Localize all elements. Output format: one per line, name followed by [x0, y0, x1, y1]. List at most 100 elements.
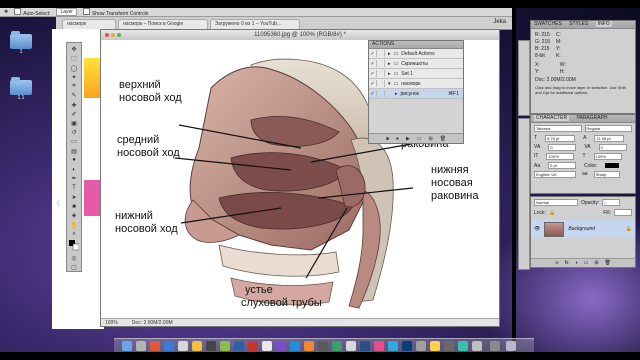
disclosure-arrow-icon[interactable]: ▾ — [388, 81, 391, 87]
type-tool-icon[interactable]: T — [69, 185, 79, 192]
checkmark-icon[interactable]: ✓ — [369, 60, 377, 67]
app-icon[interactable] — [234, 341, 244, 351]
action-row[interactable]: ✓ ▸ ▭ Set 1 — [369, 69, 463, 79]
dialog-toggle-icon[interactable] — [377, 70, 385, 77]
stamp-tool-icon[interactable]: ▣ — [69, 120, 79, 127]
app-icon[interactable] — [276, 341, 286, 351]
checkmark-icon[interactable]: ✓ — [369, 50, 377, 57]
app-icon[interactable] — [388, 341, 398, 351]
previous-arrow-icon[interactable]: ‹ — [56, 194, 61, 210]
zoom-level[interactable]: 100% — [105, 320, 118, 326]
auto-select-dropdown[interactable]: Layer — [56, 8, 77, 16]
app-icon[interactable] — [332, 341, 342, 351]
new-layer-icon[interactable]: ⊞ — [594, 260, 598, 266]
app-icon[interactable] — [374, 341, 384, 351]
app-icon[interactable] — [472, 341, 482, 351]
layer-row-selected[interactable]: 👁 Background 🔒 — [531, 220, 635, 238]
dialog-toggle-icon[interactable] — [377, 60, 385, 67]
tab-swatches[interactable]: SWATCHES — [534, 21, 562, 27]
link-icon[interactable]: ∞ — [555, 260, 559, 266]
tab-styles[interactable]: STYLES — [569, 21, 588, 27]
magic-wand-tool-icon[interactable]: ✦ — [69, 74, 79, 81]
actions-panel-tab[interactable]: ACTIONS — [369, 41, 463, 49]
dialog-toggle-icon[interactable] — [377, 80, 385, 87]
downloads-stack-icon[interactable] — [490, 341, 500, 351]
hscale-field[interactable]: 100% — [593, 153, 622, 160]
vscale-field[interactable]: 100% — [546, 153, 575, 160]
move-tool-icon[interactable]: ✥ — [4, 9, 8, 15]
play-icon[interactable]: ▶ — [406, 136, 410, 142]
new-action-icon[interactable]: ⊞ — [429, 136, 433, 142]
app-icon[interactable] — [136, 341, 146, 351]
pen-tool-icon[interactable]: ✒ — [69, 175, 79, 182]
zoom-window-icon[interactable] — [117, 33, 121, 37]
kerning-field[interactable]: 0 — [548, 144, 577, 151]
next-arrow-icon[interactable]: › — [602, 194, 607, 210]
app-icon[interactable] — [318, 341, 328, 351]
trash-icon[interactable]: 🗑 — [605, 260, 611, 266]
font-style-select[interactable]: Regular — [584, 125, 632, 132]
eye-icon[interactable]: 👁 — [534, 226, 540, 232]
disclosure-arrow-icon[interactable]: ▸ — [388, 61, 391, 67]
finder-icon[interactable] — [122, 341, 132, 351]
path-select-tool-icon[interactable]: ➤ — [69, 194, 79, 201]
gradient-tool-icon[interactable]: ▤ — [69, 148, 79, 155]
healing-tool-icon[interactable]: ✚ — [69, 101, 79, 109]
shape-tool-icon[interactable]: ■ — [69, 203, 79, 210]
lasso-tool-icon[interactable]: ◯ — [69, 64, 79, 72]
tracking-field[interactable]: 0 — [598, 144, 627, 151]
checkmark-icon[interactable]: ✓ — [369, 70, 377, 77]
tab-paragraph[interactable]: PARAGRAPH — [577, 115, 608, 121]
move-tool-icon[interactable]: ✥ — [69, 46, 79, 53]
screen-mode-icon[interactable]: ▢ — [69, 264, 79, 271]
tab-info[interactable]: INFO — [595, 21, 612, 27]
font-family-select[interactable]: Tahoma — [534, 125, 582, 132]
app-icon[interactable] — [360, 341, 370, 351]
action-row[interactable]: ✓ ▾ ▭ насморк — [369, 79, 463, 89]
minimize-icon[interactable] — [111, 33, 115, 37]
disclosure-arrow-icon[interactable]: ▸ — [388, 71, 391, 77]
fx-icon[interactable]: fx — [565, 260, 569, 266]
quick-mask-icon[interactable]: ◎ — [69, 255, 79, 262]
browser-tab[interactable]: насморк — [62, 19, 116, 29]
photoshop-icon[interactable] — [402, 341, 412, 351]
doc-size[interactable]: Doc: 2.00M/2.00M — [132, 320, 173, 326]
new-group-icon[interactable]: ▭ — [584, 260, 589, 266]
app-icon[interactable] — [458, 341, 468, 351]
eyedropper-tool-icon[interactable]: ✎ — [69, 92, 79, 99]
app-icon[interactable] — [304, 341, 314, 351]
trash-icon[interactable]: 🗑 — [440, 136, 446, 142]
leading-field[interactable]: 11.58 pt — [594, 135, 625, 142]
crop-tool-icon[interactable]: ⌗ — [69, 83, 79, 90]
mask-icon[interactable]: ◑ — [575, 260, 578, 266]
app-icon[interactable] — [416, 341, 426, 351]
app-icon[interactable] — [444, 341, 454, 351]
zoom-tool-icon[interactable]: ⌕ — [69, 231, 79, 238]
app-icon[interactable] — [248, 341, 258, 351]
app-icon[interactable] — [206, 341, 216, 351]
baseline-field[interactable]: 0 pt — [548, 162, 577, 169]
browser-user-label[interactable]: Jeka — [493, 19, 506, 25]
browser-tab[interactable]: насморк – Поиск в Google — [118, 19, 208, 29]
brush-tool-icon[interactable]: ✐ — [69, 111, 79, 118]
disclosure-arrow-icon[interactable]: ▸ — [388, 51, 391, 57]
antialias-select[interactable]: Sharp — [593, 171, 620, 178]
action-row-selected[interactable]: ✓ ▸ рисунок ⌘F1 — [369, 89, 463, 99]
dialog-toggle-icon[interactable] — [377, 50, 385, 57]
action-row[interactable]: ✓ ▸ ▭ Default Actions — [369, 49, 463, 59]
color-swatch[interactable] — [605, 163, 620, 168]
app-icon[interactable] — [262, 341, 272, 351]
font-size-field[interactable]: 6.78 pt — [545, 135, 576, 142]
language-select[interactable]: English: UK — [534, 171, 576, 178]
record-icon[interactable]: ● — [396, 136, 399, 142]
blur-tool-icon[interactable]: ● — [69, 157, 79, 164]
app-icon[interactable] — [178, 341, 188, 351]
disclosure-arrow-icon[interactable]: ▸ — [395, 91, 398, 97]
eraser-tool-icon[interactable]: ▭ — [69, 138, 79, 145]
app-icon[interactable] — [192, 341, 202, 351]
app-icon[interactable] — [220, 341, 230, 351]
new-set-icon[interactable]: ▭ — [417, 136, 422, 142]
desktop-folder-icon[interactable]: 1 — [8, 31, 34, 55]
desktop-folder-icon[interactable]: 1.1 — [8, 77, 34, 101]
app-icon[interactable] — [164, 341, 174, 351]
